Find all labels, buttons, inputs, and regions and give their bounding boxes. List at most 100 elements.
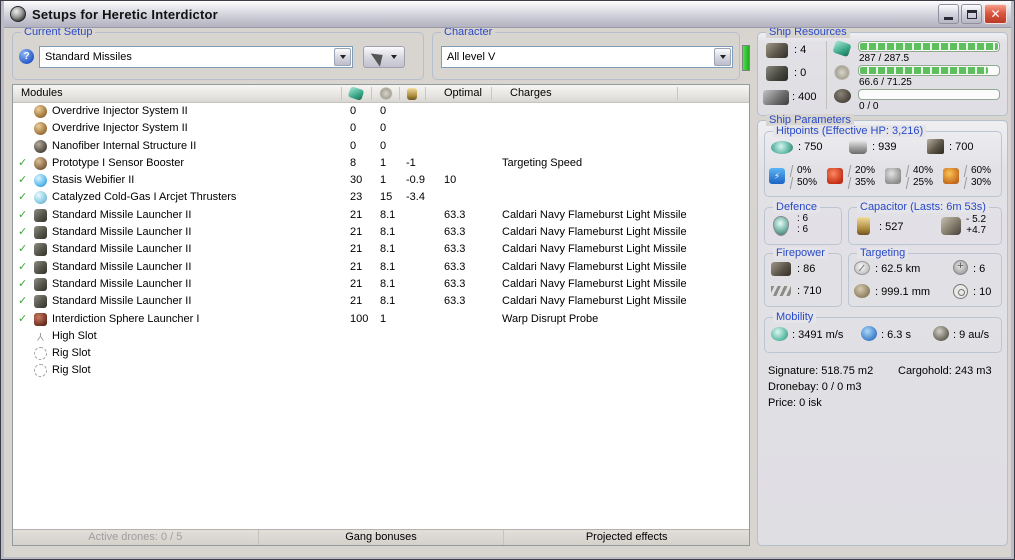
module-name: Standard Missile Launcher II [52,226,192,239]
cpu-value: 0 [350,122,357,135]
cpu-value: 0 [350,105,357,117]
column-divider[interactable] [371,87,372,100]
gang-bonuses-tab[interactable]: Gang bonuses [257,530,504,545]
setup-select-dropdown-button[interactable] [334,48,351,66]
cap-delta-negative: - 5.2 [966,214,987,225]
structure-hp-icon [927,139,944,154]
targeting-range-value: : 62.5 km [875,263,921,275]
maximize-button[interactable] [961,4,982,24]
cpu-value: 21 [350,295,363,308]
active-drones-tab[interactable]: Active drones: 0 / 5 [13,530,258,545]
module-name: Standard Missile Launcher II [52,260,192,273]
module-row[interactable]: ✓ Interdiction Sphere Launcher I 100 1 Warp … [13,311,749,328]
optimal-value: 63.3 [444,277,466,290]
ship-resources-label: Ship Resources [766,28,850,38]
defence-label: Defence [773,201,820,213]
kinetic-armor-resist: 25% [913,177,934,188]
projected-effects-tab[interactable]: Projected effects [503,530,749,545]
module-row[interactable]: ✓ Prototype I Sensor Booster 8 1 -1 Targeting… [13,155,749,172]
powergrid-value: 8.1 [380,226,396,239]
kinetic-shield-resist: 40% [913,165,934,176]
calibration-value: : 400 [792,91,817,103]
capacitor-value: -0.9 [406,174,425,187]
module-row[interactable]: Rig Slot [13,362,749,379]
module-row[interactable]: Overdrive Injector System II 0 0 [13,103,749,120]
sensor-strength-icon [953,284,968,299]
charge-name: Caldari Navy Flameburst Light Missile [502,260,687,273]
cpu-value: 21 [350,226,363,239]
ship-parameters-group: Ship Parameters Hitpoints (Effective HP:… [757,114,1008,546]
targeting-group: Targeting : 62.5 km : 6 : 999.1 mm : 10 [848,247,1002,307]
powergrid-value: 8.1 [380,260,396,273]
column-divider[interactable] [677,87,678,100]
ship-menu-button[interactable] [363,46,405,68]
column-optimal[interactable]: Optimal [444,87,482,99]
drone-text: 0 / 0 [859,101,879,112]
powergrid-value: 1 [380,174,387,187]
powergrid-value: 0 [380,139,387,152]
module-row[interactable]: Rig Slot [13,345,749,362]
chevron-down-icon [719,55,726,59]
character-select[interactable]: All level V [441,46,733,68]
module-row[interactable]: ✓ Catalyzed Cold-Gas I Arcjet Thrusters 23… [13,189,749,206]
column-divider[interactable] [399,87,400,100]
nanofiber-icon [34,139,47,153]
cpu-value: 8 [350,156,357,169]
scan-resolution-value: : 999.1 mm [875,286,931,298]
em-shield-resist: 0% [797,165,812,176]
column-modules[interactable]: Modules [21,87,63,99]
missile-launcher-icon [34,260,47,274]
module-row[interactable]: ✓ Standard Missile Launcher II 21 8.1 63.3 Ca… [13,276,749,293]
current-setup-label: Current Setup [21,28,96,38]
chevron-down-icon [339,55,346,59]
module-row[interactable]: Nanofiber Internal Structure II 0 0 [13,138,749,155]
character-select-dropdown-button[interactable] [714,48,731,66]
cap-delta-icon [941,217,961,235]
cpu-column-icon[interactable] [347,86,365,101]
em-resist-icon: ⚡ [769,168,785,184]
volley-value: : 86 [797,263,816,275]
column-divider[interactable] [341,87,342,100]
mobility-label: Mobility [773,311,817,323]
powergrid-value: 1 [380,312,387,325]
shield-hp-icon [771,141,793,154]
column-charges[interactable]: Charges [510,87,552,99]
powergrid-column-icon[interactable] [379,87,393,100]
max-targets-icon [953,260,968,275]
module-row[interactable]: ✓ Stasis Webifier II 30 1 -0.9 10 [13,172,749,189]
help-button[interactable]: ? [19,49,34,64]
module-row[interactable]: ✓ Standard Missile Launcher II 21 8.1 63.3 Ca… [13,224,749,241]
modules-list-header[interactable]: Modules Optimal Charges [13,85,749,103]
capacitor-group: Capacitor (Lasts: 6m 53s) : 527 - 5.2 +4… [848,201,1002,245]
help-icon: ? [23,51,30,62]
drone-bandwidth-icon [834,89,851,103]
capacitor-column-icon[interactable] [407,88,417,100]
module-row[interactable]: ✓ Standard Missile Launcher II 21 8.1 63.3 Ca… [13,259,749,276]
warp-speed-icon [933,326,949,341]
module-row[interactable]: Overdrive Injector System II 0 0 [13,120,749,137]
firepower-group: Firepower : 86 : 710 [764,247,842,307]
hitpoints-label: Hitpoints (Effective HP: 3,216) [773,125,927,137]
column-divider[interactable] [491,87,492,100]
module-name: High Slot [52,329,97,342]
powergrid-text: 66.6 / 71.25 [859,77,912,88]
module-row[interactable]: High Slot [13,328,749,345]
dronebay-stat: Dronebay: 0 / 0 m3 [768,381,862,393]
module-row[interactable]: ✓ Standard Missile Launcher II 21 8.1 63.3 Ca… [13,241,749,258]
column-divider[interactable] [425,87,426,100]
defence-group: Defence : 6 : 6 [764,201,842,245]
close-button[interactable]: ✕ [984,4,1007,24]
module-row[interactable]: ✓ Standard Missile Launcher II 21 8.1 63.3 Ca… [13,207,749,224]
client-area: Current Setup ? Standard Missiles Charac… [4,28,1011,557]
close-icon: ✕ [990,7,1001,21]
module-row[interactable]: ✓ Standard Missile Launcher II 21 8.1 63.3 Ca… [13,293,749,310]
check-icon: ✓ [18,191,28,204]
thermal-resist-icon [827,168,843,184]
capacitor-label: Capacitor (Lasts: 6m 53s) [857,201,989,213]
check-icon: ✓ [18,295,28,308]
minimize-button[interactable] [938,4,959,24]
powergrid-value: 0 [380,105,387,117]
em-armor-resist: 50% [797,177,818,188]
optimal-value: 63.3 [444,243,466,256]
setup-select[interactable]: Standard Missiles [39,46,353,68]
